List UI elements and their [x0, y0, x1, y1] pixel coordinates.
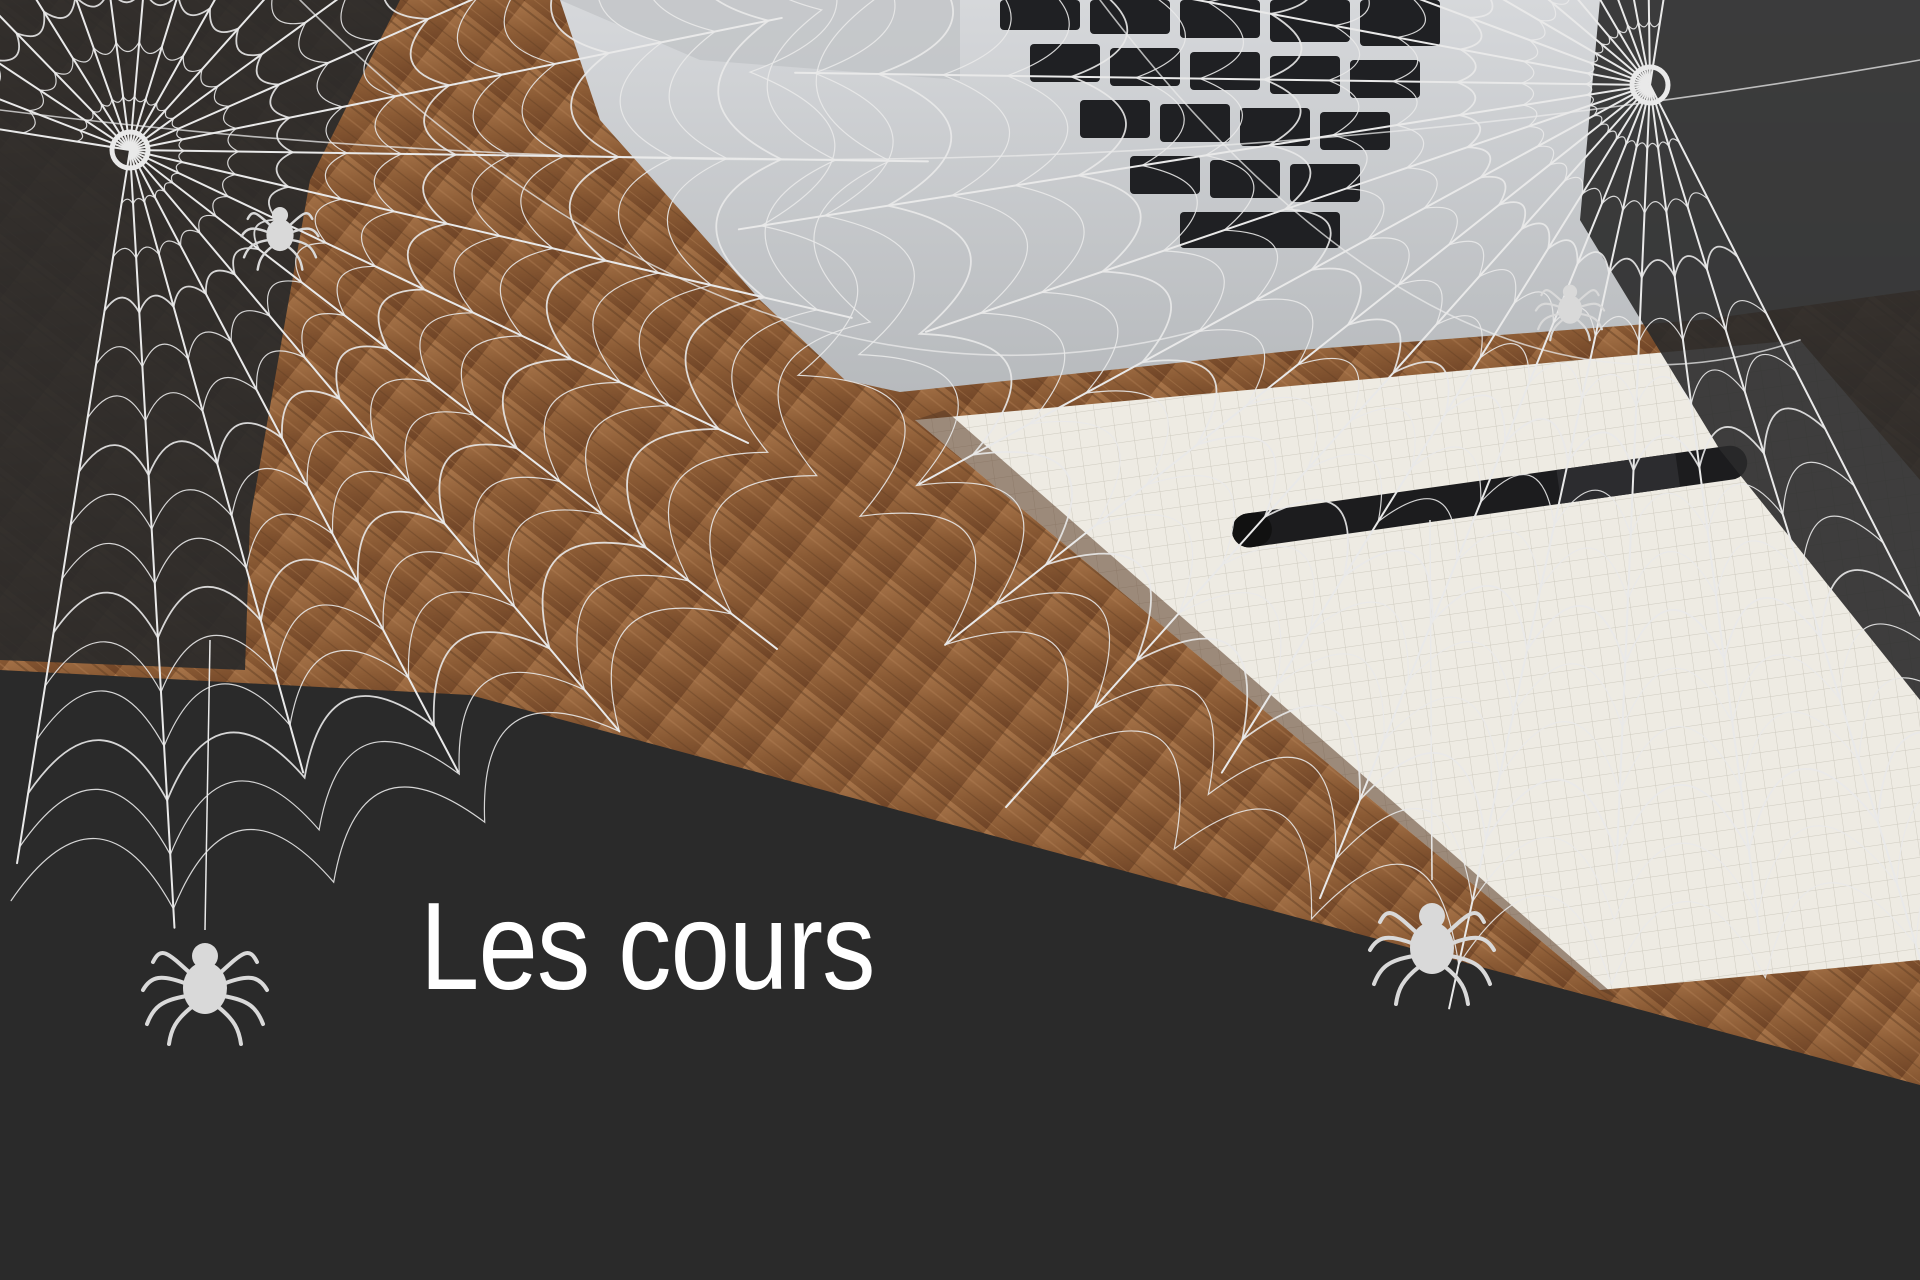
banner-illustration [0, 0, 1920, 1280]
page-title: Les cours [420, 878, 875, 1016]
